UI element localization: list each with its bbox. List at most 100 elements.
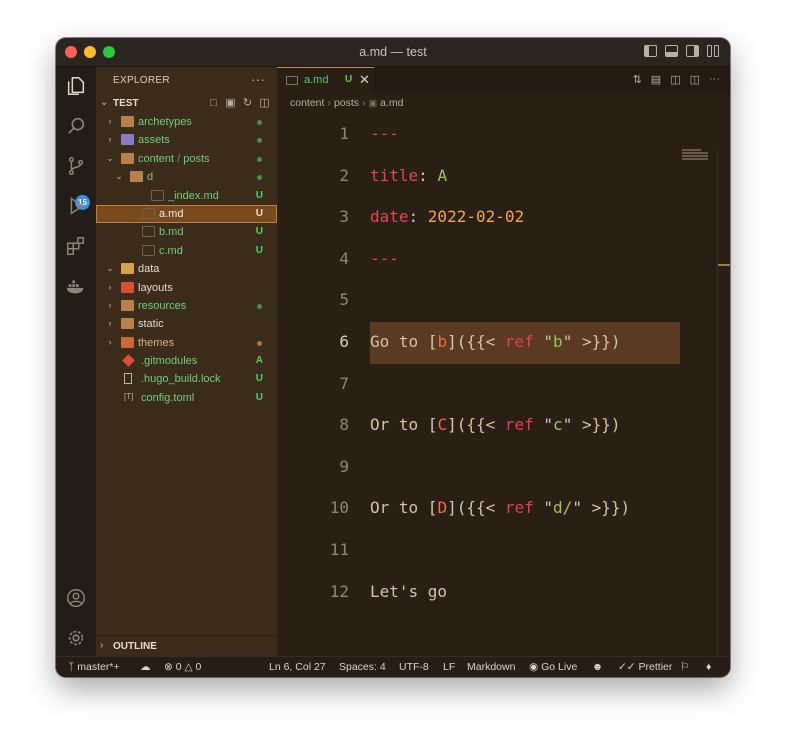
code-line[interactable]: 6 Go to [b]({{< ref "b" >}}) (277, 322, 697, 364)
docker-icon[interactable] (64, 275, 88, 299)
code-token: title (370, 165, 419, 185)
code-line[interactable]: 11 (277, 530, 697, 572)
editor-more-icon[interactable]: ··· (709, 73, 720, 86)
encoding[interactable]: UTF-8 (399, 661, 429, 673)
chevron-right-icon: › (108, 318, 112, 329)
tree-item[interactable]: .hugo_build.lock U (96, 370, 277, 388)
folder-icon (121, 299, 134, 311)
markdown-file-icon: ▣ (368, 98, 378, 108)
end-of-line[interactable]: LF (443, 661, 455, 673)
git-status-dot (257, 303, 262, 309)
run-debug-icon[interactable] (64, 195, 88, 219)
line-number: 4 (339, 248, 349, 268)
cursor-position[interactable]: Ln 6, Col 27 (269, 661, 326, 673)
folder-icon (121, 116, 134, 127)
tree-item[interactable]: › assets (96, 131, 277, 149)
code-token: D (437, 498, 448, 518)
code-line[interactable]: 10 Or to [D]({{< ref "d/" >}}) (277, 488, 697, 530)
explorer-icon[interactable] (64, 75, 88, 99)
code-line[interactable]: 12 Let's go (277, 572, 697, 614)
toggle-secondary-sidebar-icon[interactable] (686, 45, 699, 57)
tree-item[interactable]: › archetypes (96, 113, 277, 131)
copilot-icon[interactable]: ☻ (592, 661, 603, 673)
source-control-icon[interactable] (64, 155, 88, 179)
tree-item-label: assets (138, 134, 170, 147)
breadcrumb-file[interactable]: a.md (380, 97, 403, 109)
new-file-icon[interactable]: □ (207, 97, 220, 110)
code-token: [ (427, 415, 438, 435)
new-folder-icon[interactable]: ▣ (224, 97, 237, 110)
tree-item-label: layouts (138, 281, 173, 294)
code-line[interactable]: 3 date: 2022-02-02 (277, 197, 697, 239)
compare-changes-icon[interactable]: ⇅ (633, 73, 642, 86)
tree-item[interactable]: ⌄ content / posts (96, 150, 277, 168)
breadcrumb-separator-icon: › (362, 97, 366, 109)
close-tab-icon[interactable]: ✕ (359, 72, 370, 88)
chevron-down-icon: ⌄ (106, 152, 114, 163)
notifications-bell-icon[interactable]: ♦ (706, 661, 711, 673)
language-mode[interactable]: Markdown (467, 661, 515, 673)
account-icon[interactable] (64, 587, 88, 611)
tree-item[interactable]: ⌄ d (96, 168, 277, 186)
tree-item[interactable]: › static (96, 315, 277, 333)
minimap[interactable] (682, 149, 714, 169)
tree-item-label: config.toml (141, 391, 195, 404)
tree-item[interactable]: c.md U (96, 242, 277, 260)
tree-item[interactable]: .gitmodules A (96, 352, 277, 370)
git-branch[interactable]: ᛉ master*+ (68, 661, 120, 673)
workspace-folder-header[interactable]: ⌄ TEST □ ▣ ↻ ◫ (96, 95, 277, 113)
line-number: 10 (329, 498, 349, 518)
problems-indicator[interactable]: ⊗ 0 △ 0 (164, 661, 201, 673)
open-preview-icon[interactable]: ◫ (670, 73, 680, 86)
tree-item[interactable]: › themes (96, 334, 277, 352)
code-token: {{< (466, 415, 505, 435)
toggle-panel-icon[interactable] (665, 45, 678, 57)
editor-scrollbar[interactable] (717, 149, 730, 669)
code-line[interactable]: 4 --- (277, 239, 697, 281)
customize-layout-icon[interactable] (707, 45, 720, 57)
tree-item-label: resources (138, 299, 187, 312)
breadcrumb-content[interactable]: content (290, 97, 324, 109)
tree-item[interactable]: _index.md U (96, 187, 277, 205)
line-text: --- (370, 124, 399, 143)
open-changes-icon[interactable]: ▤ (651, 73, 661, 86)
breadcrumb-posts[interactable]: posts (334, 97, 359, 109)
code-line[interactable]: 8 Or to [C]({{< ref "c" >}}) (277, 405, 697, 447)
title-bar: a.md — test (56, 38, 730, 67)
line-number: 3 (339, 207, 349, 227)
tree-item[interactable]: [T] config.toml U (96, 389, 277, 407)
tree-item-label: b.md (159, 226, 184, 239)
tree-item[interactable]: b.md U (96, 223, 277, 241)
prettier-button[interactable]: ✓✓ Prettier (618, 661, 672, 673)
code-line[interactable]: 5 (277, 280, 697, 322)
toggle-sidebar-icon[interactable] (644, 45, 657, 57)
tree-item-label: c.md (159, 244, 183, 257)
outline-section-header[interactable]: › OUTLINE (96, 635, 277, 656)
code-line[interactable]: 1 --- (277, 114, 697, 156)
split-editor-icon[interactable]: ◫ (690, 73, 700, 86)
tree-item[interactable]: ⌄ data (96, 260, 277, 278)
code-line[interactable]: 2 title: A (277, 156, 697, 198)
go-live-button[interactable]: ◉ Go Live (529, 661, 577, 673)
code-token: : (408, 207, 428, 227)
tab-a-md[interactable]: a.md U ✕ (277, 67, 374, 93)
collapse-all-icon[interactable]: ◫ (258, 97, 271, 110)
tree-item[interactable]: › layouts (96, 279, 277, 297)
search-icon[interactable] (64, 115, 88, 139)
code-line[interactable]: 9 (277, 447, 697, 489)
sync-icon[interactable]: ☁ (140, 661, 151, 673)
chevron-right-icon: › (108, 134, 112, 145)
code-line[interactable]: 7 (277, 364, 697, 406)
settings-gear-icon[interactable] (64, 627, 88, 651)
code-token: ref (504, 332, 534, 351)
indentation[interactable]: Spaces: 4 (339, 661, 386, 673)
folder-icon (130, 171, 143, 183)
tree-item[interactable]: a.md U (96, 204, 277, 224)
refresh-icon[interactable]: ↻ (241, 97, 254, 110)
markdown-file-icon (151, 189, 164, 201)
line-number: 9 (339, 456, 349, 476)
more-actions-icon[interactable]: ··· (251, 71, 265, 87)
extensions-icon[interactable] (64, 235, 88, 259)
tree-item[interactable]: › resources (96, 297, 277, 315)
feedback-icon[interactable]: ⚐ (680, 661, 689, 673)
